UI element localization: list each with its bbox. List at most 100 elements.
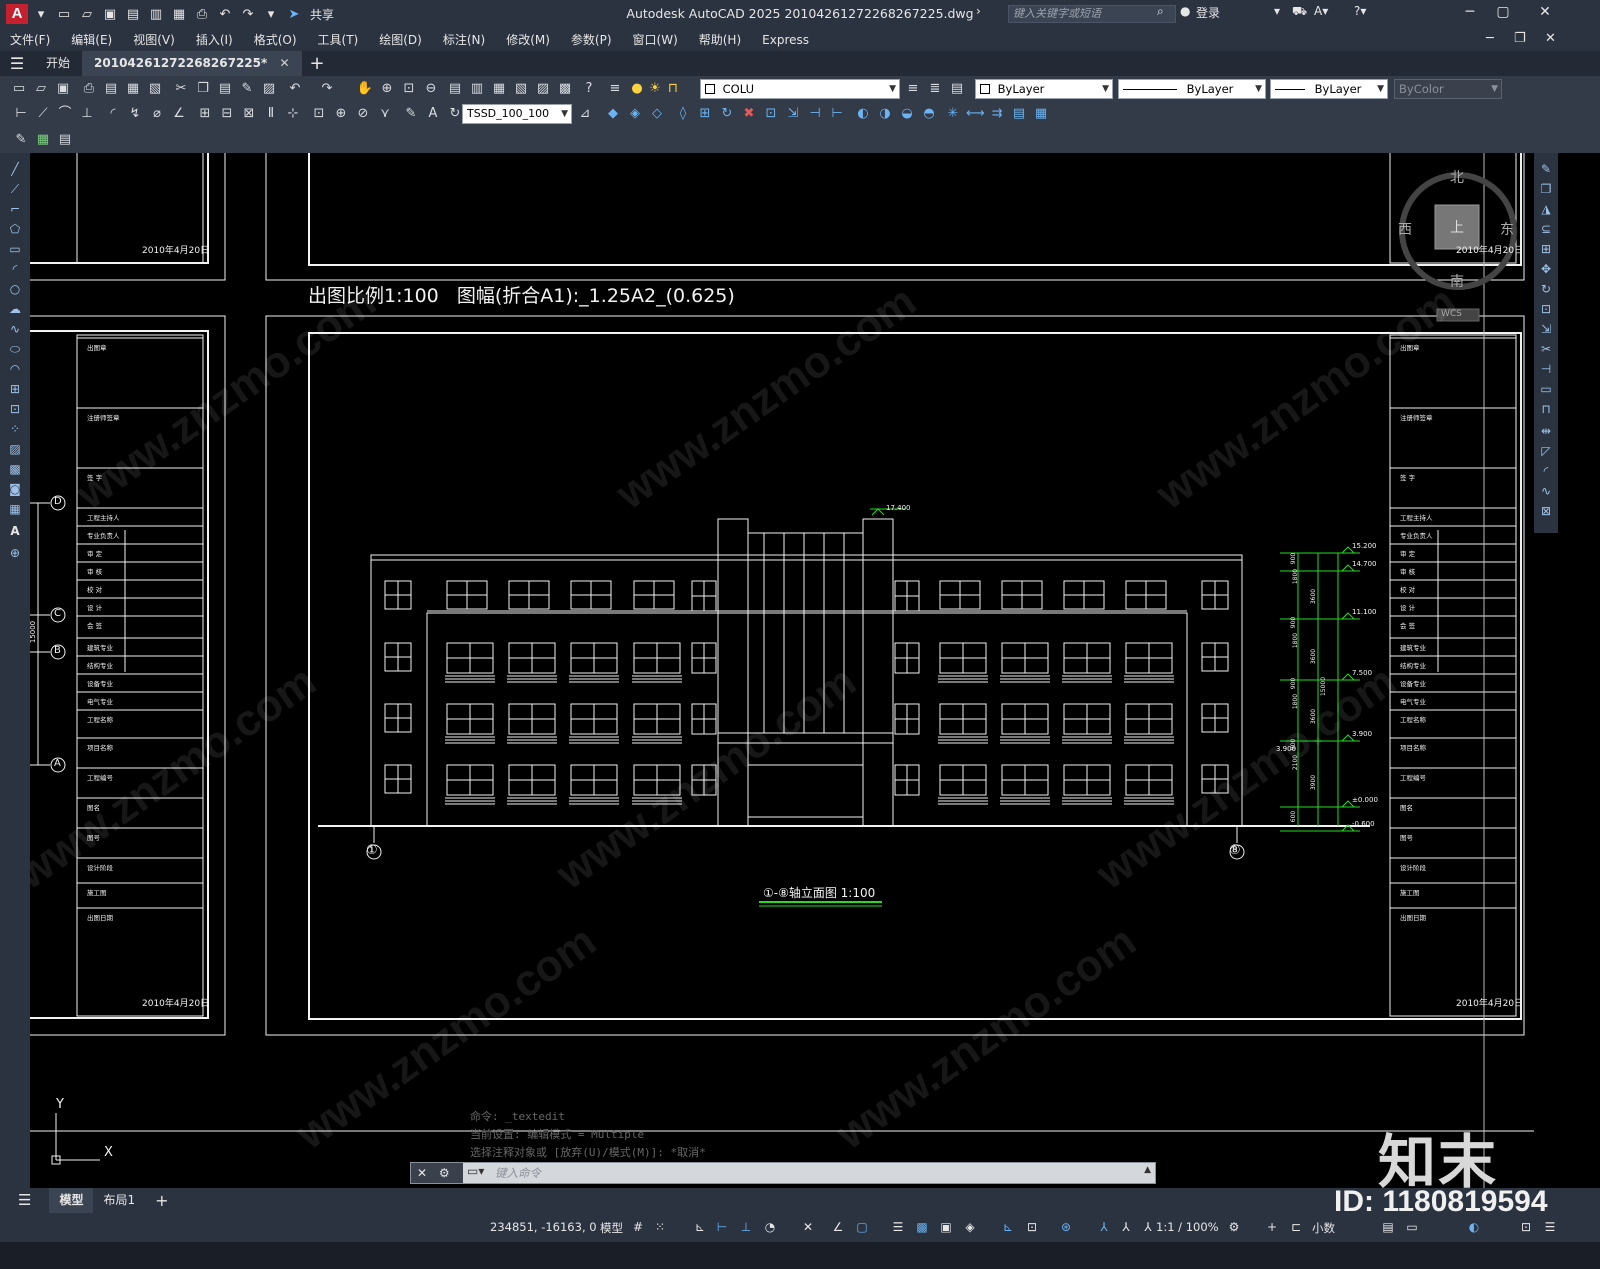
- customization-icon[interactable]: ☰: [1542, 1219, 1558, 1235]
- polyline-icon[interactable]: ⌐: [6, 201, 24, 217]
- dim-continue-icon[interactable]: ⊠: [240, 105, 258, 123]
- viewcube-south[interactable]: 南: [1450, 271, 1464, 291]
- lineweight-dropdown[interactable]: ByLayer ▼: [1270, 79, 1388, 99]
- revcloud-icon[interactable]: ☁: [6, 301, 24, 317]
- dim-angular-icon[interactable]: ∠: [170, 105, 188, 123]
- add-layout-icon[interactable]: +: [145, 1188, 178, 1213]
- calculator-icon[interactable]: ▩: [556, 80, 574, 98]
- dim-edit-icon[interactable]: ✎: [402, 105, 420, 123]
- save-icon[interactable]: ▣: [54, 80, 72, 98]
- dim-linear-icon[interactable]: ⊢: [12, 105, 30, 123]
- scale-icon[interactable]: ⊡: [1537, 301, 1555, 317]
- new-file-icon[interactable]: ▭: [54, 4, 74, 24]
- annotation-scale-value[interactable]: 1:1 / 100%: [1156, 1220, 1219, 1234]
- qnew-icon[interactable]: ▭: [10, 80, 28, 98]
- dim-text-edit-icon[interactable]: A: [424, 105, 442, 123]
- menu-file[interactable]: 文件(F): [10, 31, 50, 48]
- redo-icon[interactable]: ↷: [318, 80, 336, 98]
- doc-minimize-icon[interactable]: ─: [1486, 31, 1494, 46]
- layer-on-icon[interactable]: ●: [628, 80, 646, 98]
- gizmo-icon[interactable]: ⊛: [1058, 1219, 1074, 1235]
- add-selected-icon[interactable]: ⊕: [6, 545, 24, 561]
- zoom-window-icon[interactable]: ⊡: [400, 80, 418, 98]
- 3d-print-icon[interactable]: ▧: [146, 80, 164, 98]
- publish-icon[interactable]: ▦: [124, 80, 142, 98]
- tolerance-icon[interactable]: ⊡: [310, 105, 328, 123]
- mirror-icon[interactable]: ◮: [1537, 201, 1555, 217]
- rectangle-icon[interactable]: ▭: [6, 241, 24, 257]
- region-icon[interactable]: ◙: [6, 481, 24, 497]
- minimize-icon[interactable]: ─: [1455, 4, 1485, 20]
- polygon-icon[interactable]: ⬠: [6, 221, 24, 237]
- lengthen-icon[interactable]: ⟷: [966, 105, 985, 123]
- dim-baseline-icon[interactable]: ⊟: [218, 105, 236, 123]
- menu-insert[interactable]: 插入(I): [196, 31, 233, 48]
- properties-icon[interactable]: ▤: [446, 80, 464, 98]
- otrack-icon[interactable]: ∠: [830, 1219, 846, 1235]
- rotate-icon[interactable]: ↻: [1537, 281, 1555, 297]
- annotation-visibility-icon[interactable]: ⅄: [1096, 1219, 1112, 1235]
- offset-icon[interactable]: ◊: [674, 105, 692, 123]
- user-icon[interactable]: ●: [1180, 4, 1190, 18]
- layer-thaw-icon[interactable]: ☀: [646, 80, 664, 98]
- isodraft-icon[interactable]: ✕: [800, 1219, 816, 1235]
- save-web-icon[interactable]: ▦: [169, 4, 189, 24]
- construction-line-icon[interactable]: ⟋: [6, 181, 24, 197]
- gradient-icon[interactable]: ▩: [6, 461, 24, 477]
- undo-icon[interactable]: ↶: [215, 4, 235, 24]
- layer-props-icon[interactable]: ≡: [606, 80, 624, 98]
- login-button[interactable]: 登录: [1196, 4, 1220, 21]
- viewcube-north[interactable]: 北: [1450, 167, 1464, 187]
- rotate-icon[interactable]: ↻: [718, 105, 736, 123]
- lock-ui-icon[interactable]: ▭: [1404, 1219, 1420, 1235]
- break-icon[interactable]: ◐: [854, 105, 872, 123]
- dim-radius-icon[interactable]: ◜: [104, 105, 122, 123]
- mirror-icon[interactable]: ◇: [648, 105, 666, 123]
- spline-icon[interactable]: ∿: [6, 321, 24, 337]
- menu-express[interactable]: Express: [762, 33, 809, 47]
- app-menu-button[interactable]: A: [6, 4, 28, 24]
- file-tabs-menu-icon[interactable]: ☰: [0, 54, 34, 73]
- annotation-scale-icon[interactable]: ⅄: [1140, 1219, 1156, 1235]
- save-icon[interactable]: ▣: [100, 4, 120, 24]
- quick-dim-icon[interactable]: ⊞: [196, 105, 214, 123]
- ortho-icon[interactable]: ⊢: [714, 1219, 730, 1235]
- dim-ordinate-icon[interactable]: ⊥: [78, 105, 96, 123]
- menu-help[interactable]: 帮助(H): [699, 31, 741, 48]
- lineweight-icon[interactable]: ☰: [890, 1219, 906, 1235]
- inspection-icon[interactable]: ⊘: [354, 105, 372, 123]
- tool-palettes-icon[interactable]: ▦: [490, 80, 508, 98]
- layer-previous-icon[interactable]: ≣: [926, 80, 944, 98]
- scale-icon[interactable]: ⊡: [762, 105, 780, 123]
- command-recent-icon[interactable]: ▭▾: [467, 1164, 484, 1178]
- layout-menu-icon[interactable]: ☰: [0, 1188, 49, 1213]
- units-icon[interactable]: ⊏: [1288, 1219, 1304, 1235]
- fillet-icon[interactable]: ◓: [920, 105, 938, 123]
- tab-start[interactable]: 开始: [34, 51, 82, 76]
- copy-icon[interactable]: ❐: [194, 80, 212, 98]
- explode-icon[interactable]: ✳: [944, 105, 962, 123]
- dim-break-icon[interactable]: ⊹: [284, 105, 302, 123]
- block-editor-icon[interactable]: ▨: [260, 80, 278, 98]
- arc-icon[interactable]: ◜: [6, 261, 24, 277]
- dim-diameter-icon[interactable]: ⌀: [148, 105, 166, 123]
- dynamic-input-icon[interactable]: ⊥: [738, 1219, 754, 1235]
- menu-edit[interactable]: 编辑(E): [71, 31, 112, 48]
- make-current-icon[interactable]: ≡: [904, 80, 922, 98]
- app-menu-chevron-icon[interactable]: ▾: [31, 4, 51, 24]
- zoom-realtime-icon[interactable]: ⊕: [378, 80, 396, 98]
- linetype-dropdown[interactable]: ByLayer ▼: [1118, 79, 1266, 99]
- color-dropdown[interactable]: ByLayer ▼: [975, 79, 1113, 99]
- search-icon[interactable]: ⌕: [1157, 4, 1164, 19]
- command-input[interactable]: 键入命令: [495, 1164, 541, 1182]
- sheet-set-icon[interactable]: ▧: [512, 80, 530, 98]
- search-expand-icon[interactable]: ›: [976, 4, 981, 18]
- open-web-icon[interactable]: ▥: [146, 4, 166, 24]
- command-history-expand-icon[interactable]: ▲: [1144, 1165, 1151, 1175]
- tab-model[interactable]: 模型: [49, 1188, 94, 1213]
- menu-format[interactable]: 格式(O): [254, 31, 297, 48]
- overkill-icon[interactable]: ▦: [1032, 105, 1050, 123]
- layer-unlock-icon[interactable]: ⊓: [664, 80, 682, 98]
- dimstyle-dropdown[interactable]: TSSD_100_100 ▼: [462, 104, 572, 124]
- units-value[interactable]: 小数: [1312, 1220, 1335, 1236]
